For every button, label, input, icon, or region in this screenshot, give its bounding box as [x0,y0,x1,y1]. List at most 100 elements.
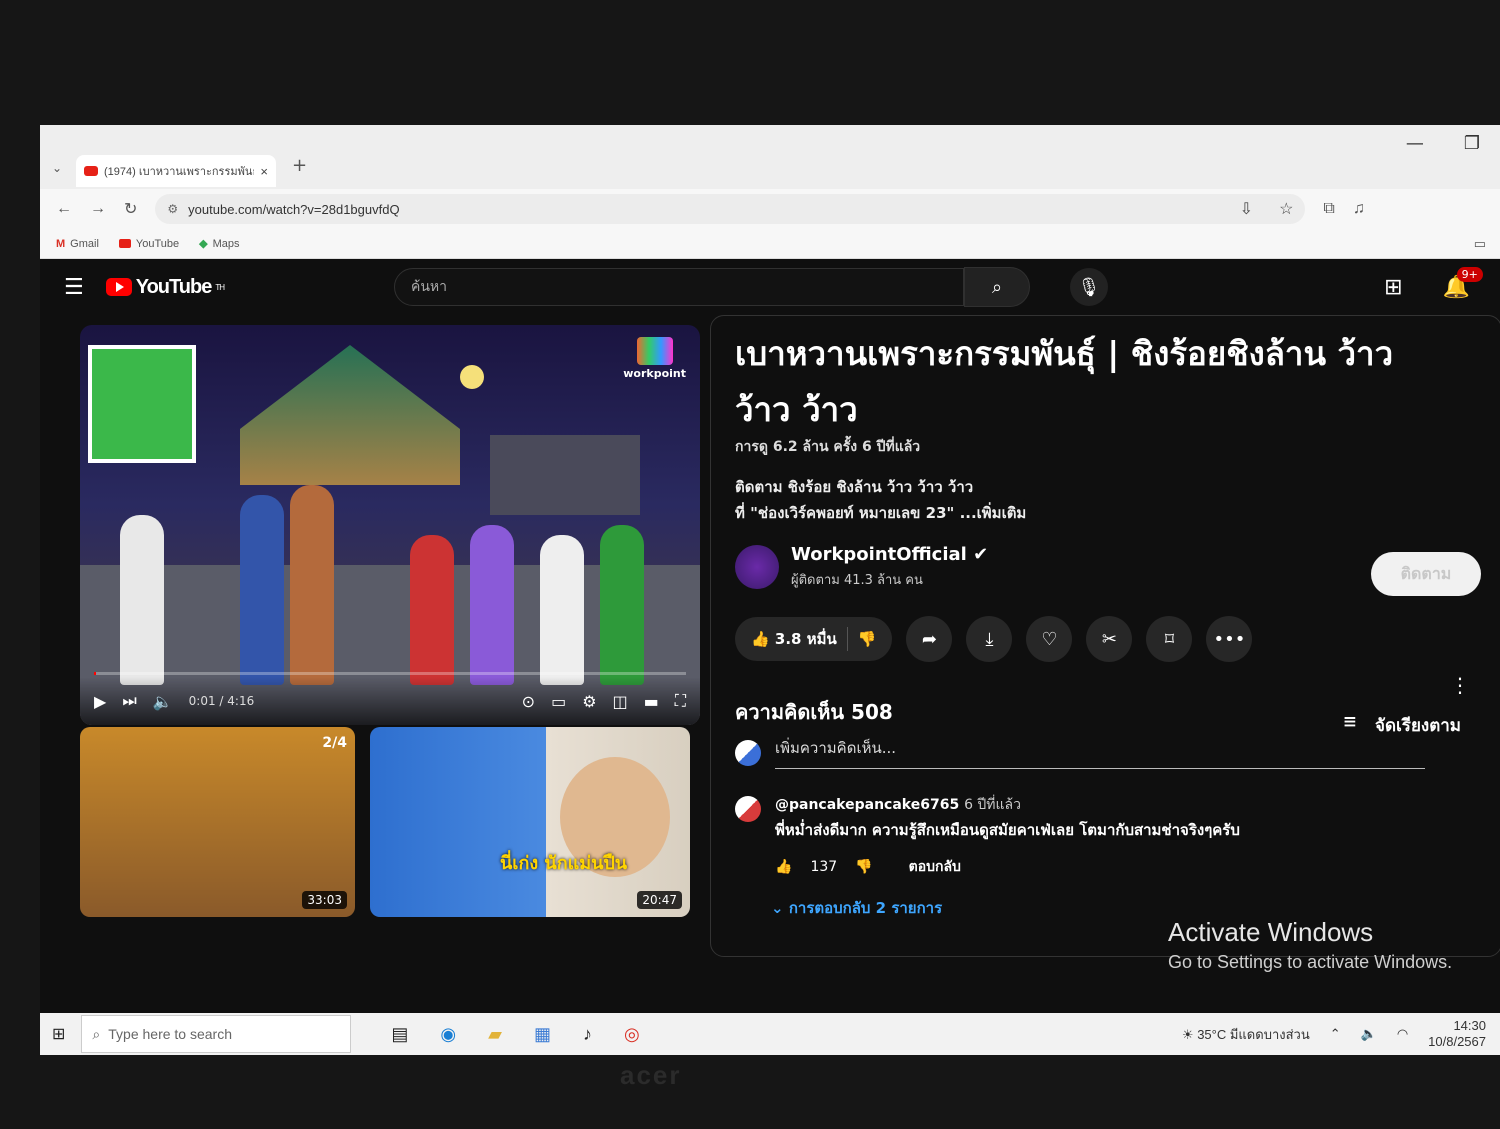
action-bar: 👍 3.8 หมื่น 👎 ➦ ⤓ ♡ ✂ ⌑ ••• [735,616,1253,662]
scene-temple [240,345,460,485]
captions-icon[interactable]: ▭ [551,692,566,711]
bookmark-gmail[interactable]: M Gmail [56,238,99,250]
tab-close-icon[interactable]: × [260,164,268,179]
search-input[interactable]: ค้นหา [393,268,964,306]
reply-button[interactable]: ตอบกลับ [909,856,961,878]
channel-text: WorkpointOfficial ✔ ผู้ติดตาม 41.3 ล้าน … [791,544,988,590]
file-explorer-icon[interactable]: ▰ [488,1024,502,1045]
dislike-button[interactable]: 👎 [858,630,877,648]
windows-start-icon[interactable]: ⊞ [52,1024,65,1044]
recommended-video-2[interactable]: นี่เก่ง นักแม่นปืน 20:47 [370,727,690,917]
settings-icon[interactable]: ⚙ [582,692,596,711]
tab-search-icon[interactable]: ⌄ [52,161,62,175]
share-icon: ➦ [921,628,937,650]
thumbs-down-icon: 👎 [857,630,877,648]
thumbs-up-icon: 👍 [751,630,770,648]
monitor-brand-logo: acer [620,1060,682,1090]
tab-title: (1974) เบาหวานเพราะกรรมพันธุ์ | ชิ [104,166,255,178]
volume-icon[interactable]: 🔈 [153,692,173,711]
miniplayer-icon[interactable]: ◫ [613,692,628,711]
save-button[interactable]: ⌑ [1146,616,1193,662]
create-video-icon[interactable]: ⊞ [1384,275,1402,300]
progress-bar[interactable] [94,672,686,675]
like-button[interactable]: 👍 3.8 หมื่น [751,627,837,651]
search-button[interactable]: ⌕ [963,267,1030,307]
play-icon[interactable]: ▶ [94,692,106,711]
bookmark-label: YouTube [135,237,180,250]
omnibox[interactable]: ⚙ youtube.com/watch?v=28d1bguvfdQ ⇩ ☆ [155,194,1306,224]
description-line-1: ติดตาม ชิงร้อย ชิงล้าน ว้าว ว้าว ว้าว [735,478,974,496]
view-replies-button[interactable]: ⌄ การตอบกลับ 2 รายการ [771,896,942,920]
channel-name[interactable]: WorkpointOfficial ✔ [791,544,988,565]
bookmark-youtube[interactable]: YouTube [118,237,180,250]
browser-tab[interactable]: (1974) เบาหวานเพราะกรรมพันธุ์ | ชิ × [76,155,276,187]
video-description[interactable]: ติดตาม ชิงร้อย ชิงล้าน ว้าว ว้าว ว้าว ที… [735,474,1026,526]
chrome-icon[interactable]: ◎ [624,1024,640,1045]
comment-author[interactable]: @pancakepancake6765 6 ปีที่แล้ว [775,794,1021,816]
bookmark-maps[interactable]: ◆ Maps [199,237,239,251]
thanks-button[interactable]: ♡ [1026,616,1073,662]
channel-info[interactable]: WorkpointOfficial ✔ ผู้ติดตาม 41.3 ล้าน … [735,544,988,590]
comment-input[interactable]: เพิ่มความคิดเห็น... [775,736,1425,769]
system-tray: ☀ 35°C มีแดดบางส่วน ⌃ 🔈 ◠ 14:30 10/8/256… [1182,1018,1486,1050]
back-icon[interactable]: ← [56,200,72,218]
clip-button[interactable]: ✂ [1086,616,1133,662]
comment-dislike-button[interactable]: 👎 [855,859,872,875]
weather-widget[interactable]: ☀ 35°C มีแดดบางส่วน [1182,1024,1310,1045]
taskbar-apps: ▤ ◉ ▰ ▦ ♪ ◎ [391,1024,639,1045]
comment-time: 6 ปีที่แล้ว [964,797,1021,813]
taskbar-search[interactable]: ⌕ Type here to search [81,1015,352,1053]
voice-search-button[interactable]: 🎙 [1069,268,1108,306]
comment-menu-icon[interactable]: ⋮ [1450,673,1470,697]
notifications-button[interactable]: 🔔 9+ [1443,266,1483,300]
edge-icon[interactable]: ◉ [440,1024,456,1045]
media-icon[interactable]: ♫ [1353,200,1365,218]
next-icon[interactable]: ⏭ [122,691,136,711]
site-info-icon[interactable]: ⚙ [167,202,178,216]
all-bookmarks-icon[interactable]: ▭ [1474,236,1486,252]
menu-icon[interactable]: ☰ [64,275,84,300]
recommended-video-1[interactable]: 2/4 33:03 [80,727,355,917]
task-view-icon[interactable]: ▤ [391,1024,408,1045]
forward-icon[interactable]: → [90,200,106,218]
subscribe-button[interactable]: ติดตาม [1371,552,1481,596]
workpoint-logo-icon [636,337,673,365]
sort-comments-button[interactable]: ≡ จัดเรียงตาม [1343,712,1461,739]
store-icon[interactable]: ▦ [534,1024,551,1045]
notifications-badge: 9+ [1456,266,1483,282]
autoplay-toggle[interactable]: ⊙ [522,692,535,711]
weather-icon: ☀ [1181,1026,1194,1042]
clock-date: 10/8/2567 [1428,1034,1486,1049]
extensions-icon[interactable]: ⧉ [1323,200,1334,218]
tiktok-icon[interactable]: ♪ [583,1024,592,1045]
tray-chevron-icon[interactable]: ⌃ [1330,1026,1341,1042]
reload-icon[interactable]: ↻ [124,199,137,219]
channel-avatar[interactable] [735,545,779,589]
bookmark-icon: ⌑ [1164,628,1175,650]
restore-icon[interactable]: ❐ [1464,133,1480,154]
bookmark-star-icon[interactable]: ☆ [1279,199,1293,219]
microphone-icon: 🎙 [1077,276,1101,298]
gmail-icon: M [56,237,66,250]
youtube-logo[interactable]: YouTube TH [105,276,225,299]
share-button[interactable]: ➦ [906,616,953,662]
download-button[interactable]: ⤓ [966,616,1013,662]
theater-mode-icon[interactable]: ▬ [644,692,659,711]
header-actions: ⊞ 🔔 9+ [1384,266,1483,300]
install-app-icon[interactable]: ⇩ [1240,199,1253,219]
activate-subtitle: Go to Settings to activate Windows. [1168,952,1453,972]
video-duration: 20:47 [637,891,682,909]
taskbar-clock[interactable]: 14:30 10/8/2567 [1428,1018,1486,1050]
comment-like-button[interactable]: 👍 [775,859,792,875]
video-player[interactable]: workpoint ▶ ⏭ 🔈 0:01 / 4:16 ⊙ ▭ ⚙ ◫ ▬ ⛶ [80,325,700,725]
video-details-panel: เบาหวานเพราะกรรมพันธุ์ | ชิงร้อยชิงล้าน … [710,315,1500,957]
video-meta: การดู 6.2 ล้าน ครั้ง 6 ปีที่แล้ว [735,439,921,455]
commenter-avatar[interactable] [735,796,761,822]
speaker-icon[interactable]: 🔈 [1361,1026,1377,1042]
more-actions-button[interactable]: ••• [1206,616,1253,662]
screen: ⌄ (1974) เบาหวานเพราะกรรมพันธุ์ | ชิ × +… [40,125,1500,1055]
fullscreen-icon[interactable]: ⛶ [675,691,686,711]
wifi-icon[interactable]: ◠ [1397,1026,1408,1042]
new-tab-button[interactable]: + [292,155,307,176]
minimize-icon[interactable]: — [1406,133,1424,154]
